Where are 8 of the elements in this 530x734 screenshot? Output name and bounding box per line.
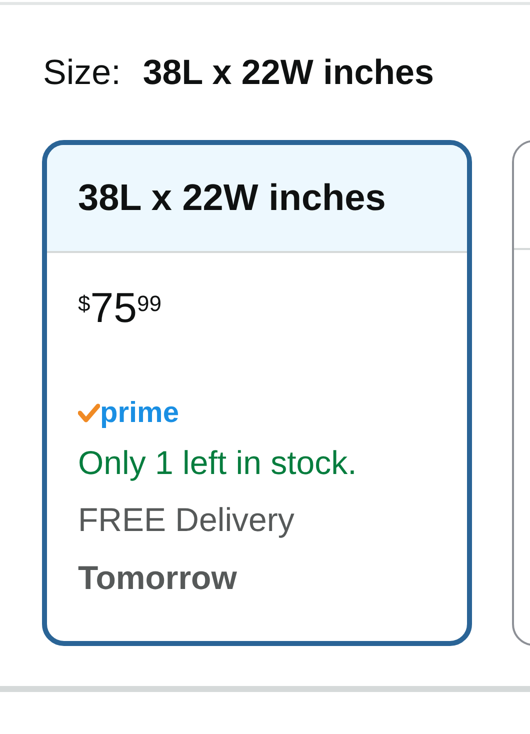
prime-label: prime <box>100 398 179 428</box>
check-icon <box>78 403 100 423</box>
size-label: Size: <box>43 52 121 94</box>
option-title: 38L x 22W inches <box>78 176 386 220</box>
delivery-date: Tomorrow <box>78 558 238 598</box>
stock-status: Only 1 left in stock. <box>78 442 358 483</box>
delivery-text: FREE Delivery <box>78 500 296 540</box>
selected-size: 38L x 22W inches <box>142 52 434 94</box>
